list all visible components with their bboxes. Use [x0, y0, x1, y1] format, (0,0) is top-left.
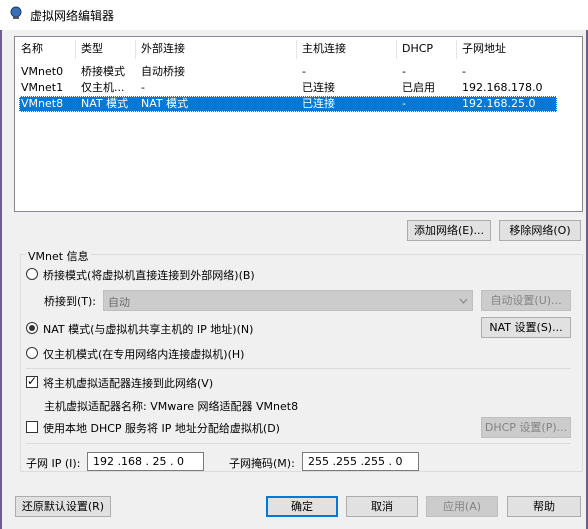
cell-host: 已连接	[302, 81, 335, 94]
subnet-ip-label: 子网 IP (I):	[26, 457, 81, 470]
vmnet-info-group	[20, 254, 583, 472]
column-divider[interactable]	[135, 40, 136, 59]
bridge-mode-label[interactable]: 桥接模式(将虚拟机直接连接到外部网络)(B)	[43, 267, 255, 283]
cell-external: NAT 模式	[141, 97, 189, 110]
cell-name: VMnet1	[21, 81, 64, 94]
column-header-external[interactable]: 外部连接	[141, 39, 185, 59]
column-header-dhcp[interactable]: DHCP	[402, 39, 433, 59]
table-row-selected[interactable]: VMnet8 NAT 模式 NAT 模式 已连接 - 192.168.25.0	[19, 96, 557, 112]
bridge-to-select[interactable]: 自动	[103, 290, 473, 311]
column-divider[interactable]	[396, 40, 397, 59]
subnet-ip-input[interactable]: 192 .168 . 25 . 0	[87, 452, 204, 471]
subnet-ip-value: 192 .168 . 25 . 0	[93, 455, 184, 468]
column-header-type[interactable]: 类型	[81, 39, 103, 59]
use-dhcp-label[interactable]: 使用本地 DHCP 服务将 IP 地址分配给虚拟机(D)	[43, 420, 280, 436]
column-header-name[interactable]: 名称	[21, 39, 43, 59]
cell-type: 仅主机...	[81, 81, 125, 94]
table-row[interactable]: VMnet0 桥接模式 自动桥接 - - -	[19, 64, 557, 80]
host-only-label[interactable]: 仅主机模式(在专用网络内连接虚拟机)(H)	[43, 346, 244, 362]
cell-name: VMnet0	[21, 65, 64, 78]
cell-external: 自动桥接	[141, 65, 185, 78]
divider	[26, 443, 571, 444]
cell-dhcp: -	[402, 65, 406, 78]
window-edge-left	[0, 30, 2, 529]
cell-type: NAT 模式	[81, 97, 129, 110]
subnet-mask-input[interactable]: 255 .255 .255 . 0	[302, 452, 419, 471]
cell-subnet: 192.168.25.0	[462, 97, 536, 110]
vmnet-info-label: VMnet 信息	[26, 248, 91, 264]
window-title: 虚拟网络编辑器	[30, 9, 115, 23]
connect-adapter-label[interactable]: 将主机虚拟适配器连接到此网络(V)	[43, 375, 213, 391]
column-header-host[interactable]: 主机连接	[302, 39, 346, 59]
chevron-down-icon	[459, 298, 468, 304]
cell-type: 桥接模式	[81, 65, 125, 78]
column-divider[interactable]	[296, 40, 297, 59]
table-row[interactable]: VMnet1 仅主机... - 已连接 已启用 192.168.178.0	[19, 80, 557, 96]
cell-dhcp: -	[402, 97, 406, 110]
cell-external: -	[141, 81, 145, 94]
restore-defaults-button[interactable]: 还原默认设置(R)	[15, 496, 111, 517]
bridge-to-label: 桥接到(T):	[44, 295, 97, 308]
network-globe-icon	[10, 6, 22, 19]
subnet-mask-label: 子网掩码(M):	[229, 457, 295, 470]
cell-subnet: -	[462, 65, 466, 78]
cell-subnet: 192.168.178.0	[462, 81, 543, 94]
ok-button[interactable]: 确定	[266, 496, 338, 517]
divider	[26, 368, 571, 369]
connect-adapter-checkbox[interactable]	[26, 374, 38, 388]
apply-button[interactable]: 应用(A)	[426, 496, 498, 517]
auto-settings-button[interactable]: 自动设置(U)...	[481, 290, 571, 311]
use-dhcp-checkbox[interactable]	[26, 421, 38, 433]
cell-host: 已连接	[302, 97, 335, 110]
cell-host: -	[302, 65, 306, 78]
bridge-mode-radio[interactable]	[26, 268, 38, 280]
remove-network-button[interactable]: 移除网络(O)	[499, 220, 581, 241]
add-network-button[interactable]: 添加网络(E)...	[407, 220, 491, 241]
bridge-to-value: 自动	[108, 296, 130, 309]
nat-mode-radio[interactable]	[26, 322, 38, 334]
cancel-button[interactable]: 取消	[346, 496, 418, 517]
help-button[interactable]: 帮助	[507, 496, 581, 517]
subnet-mask-value: 255 .255 .255 . 0	[308, 455, 403, 468]
column-divider[interactable]	[456, 40, 457, 59]
network-list[interactable]: 名称 类型 外部连接 主机连接 DHCP 子网地址 VMnet0 桥接模式 自动…	[14, 36, 583, 212]
dhcp-settings-button[interactable]: DHCP 设置(P)...	[481, 417, 571, 438]
adapter-name-text: 主机虚拟适配器名称: VMware 网络适配器 VMnet8	[44, 400, 299, 413]
nat-settings-button[interactable]: NAT 设置(S)...	[481, 317, 571, 338]
cell-name: VMnet8	[21, 97, 64, 110]
column-divider[interactable]	[75, 40, 76, 59]
cell-dhcp: 已启用	[402, 81, 435, 94]
column-header-subnet[interactable]: 子网地址	[462, 39, 506, 59]
nat-mode-label[interactable]: NAT 模式(与虚拟机共享主机的 IP 地址)(N)	[43, 321, 253, 337]
host-only-radio[interactable]	[26, 347, 38, 359]
